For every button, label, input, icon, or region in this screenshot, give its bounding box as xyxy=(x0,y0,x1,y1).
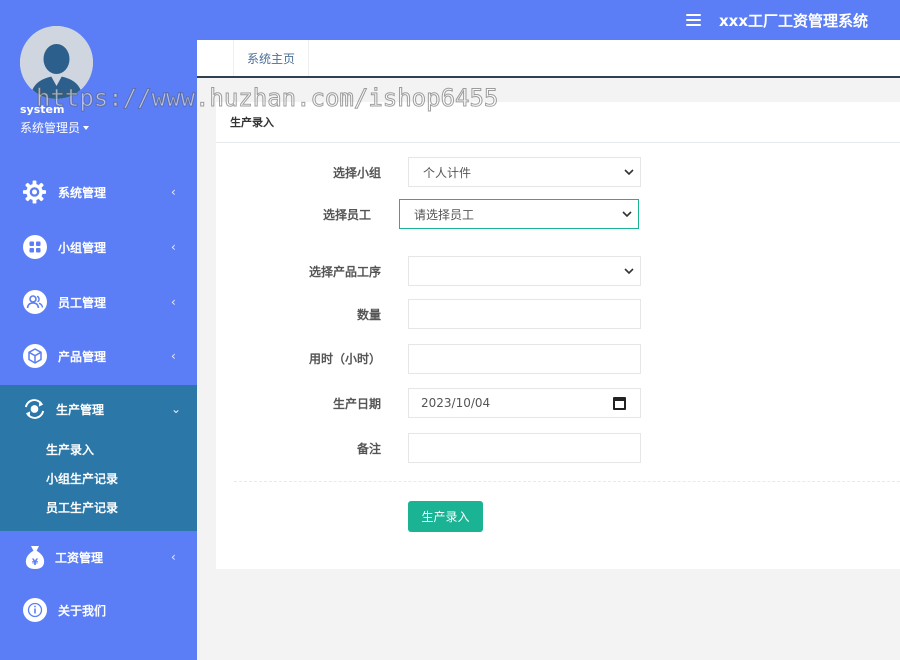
date-label: 生产日期 xyxy=(332,397,381,411)
date-input-value: 2023/10/04 xyxy=(421,396,491,410)
grid-icon xyxy=(22,235,47,260)
calendar-icon[interactable] xyxy=(613,397,626,410)
money-bag-icon: ¥ xyxy=(22,545,47,570)
chevron-down-icon xyxy=(622,211,632,218)
panel-title: 生产录入 xyxy=(216,102,900,143)
employee-select-value: 请选择员工 xyxy=(414,207,475,222)
remark-input[interactable] xyxy=(408,433,641,463)
employee-select[interactable]: 请选择员工 xyxy=(399,199,639,229)
sidebar-item-about[interactable]: 关于我们 xyxy=(0,588,197,632)
date-input[interactable]: 2023/10/04 xyxy=(408,388,641,418)
chevron-left-icon: ‹ xyxy=(171,240,176,254)
quantity-label: 数量 xyxy=(356,308,381,322)
group-select[interactable]: 个人计件 xyxy=(408,157,641,187)
chevron-left-icon: ‹ xyxy=(171,295,176,309)
sidebar-item-label: 产品管理 xyxy=(58,349,107,364)
sidebar-item-groups[interactable]: 小组管理 ‹ xyxy=(0,225,197,269)
chevron-left-icon: ‹ xyxy=(171,185,176,199)
sidebar-item-system[interactable]: 系统管理 ‹ xyxy=(0,170,197,214)
group-label: 选择小组 xyxy=(332,166,381,180)
tab-bar: 系统主页 xyxy=(197,40,900,78)
chevron-left-icon: ‹ xyxy=(171,550,176,564)
sidebar-section-production: 生产管理 ⌄ 生产录入 小组生产记录 员工生产记录 xyxy=(0,385,197,531)
sidebar-item-label: 小组管理 xyxy=(58,240,107,255)
sidebar-item-label: 员工管理 xyxy=(58,295,107,310)
sidebar-item-label: 生产管理 xyxy=(56,402,105,417)
app-title: xxx工厂工资管理系统 xyxy=(718,11,868,30)
user-role-dropdown[interactable]: 系统管理员 xyxy=(20,119,90,136)
tab-home[interactable]: 系统主页 xyxy=(233,40,309,76)
box-icon xyxy=(22,344,47,369)
chevron-down-icon: ⌄ xyxy=(171,402,182,416)
process-select[interactable] xyxy=(408,256,641,286)
sidebar: system 系统管理员 系统管理 ‹ 小组管理 ‹ 员工管理 ‹ 产品管理 ‹… xyxy=(0,0,197,660)
user-name: system xyxy=(20,103,65,116)
process-label: 选择产品工序 xyxy=(308,265,381,279)
chevron-down-icon xyxy=(624,268,634,275)
remark-label: 备注 xyxy=(356,442,381,456)
sidebar-item-products[interactable]: 产品管理 ‹ xyxy=(0,334,197,378)
user-role-label: 系统管理员 xyxy=(20,121,81,135)
svg-text:¥: ¥ xyxy=(31,558,38,568)
sidebar-item-salary[interactable]: ¥ 工资管理 ‹ xyxy=(0,535,197,579)
production-entry-panel: 生产录入 选择小组 个人计件 选择员工 请选择员工 选择产品工序 数量 用时（小… xyxy=(216,102,900,569)
caret-down-icon xyxy=(83,125,90,130)
users-icon xyxy=(22,290,47,315)
hamburger-icon[interactable] xyxy=(685,14,701,26)
sidebar-subitem-employee-records[interactable]: 员工生产记录 xyxy=(46,499,118,516)
refresh-icon xyxy=(22,397,47,422)
sidebar-subitem-production-entry[interactable]: 生产录入 xyxy=(46,441,94,458)
info-icon xyxy=(22,598,47,623)
hours-input[interactable] xyxy=(408,344,641,374)
gear-icon xyxy=(22,180,47,205)
sidebar-item-label: 工资管理 xyxy=(55,550,104,565)
quantity-input[interactable] xyxy=(408,299,641,329)
avatar[interactable] xyxy=(20,26,93,99)
chevron-left-icon: ‹ xyxy=(171,349,176,363)
group-select-value: 个人计件 xyxy=(423,165,472,180)
employee-label: 选择员工 xyxy=(322,208,371,222)
sidebar-subitem-group-records[interactable]: 小组生产记录 xyxy=(46,470,118,487)
sidebar-item-production[interactable]: 生产管理 ⌄ xyxy=(0,387,197,431)
hours-label: 用时（小时） xyxy=(308,352,381,366)
brand: xxx工厂工资管理系统 xyxy=(685,0,868,40)
sidebar-item-label: 系统管理 xyxy=(58,185,107,200)
submit-production-button[interactable]: 生产录入 xyxy=(408,501,483,532)
chevron-down-icon xyxy=(624,169,634,176)
sidebar-item-employees[interactable]: 员工管理 ‹ xyxy=(0,280,197,324)
sidebar-item-label: 关于我们 xyxy=(58,603,107,618)
form-divider xyxy=(234,481,900,482)
